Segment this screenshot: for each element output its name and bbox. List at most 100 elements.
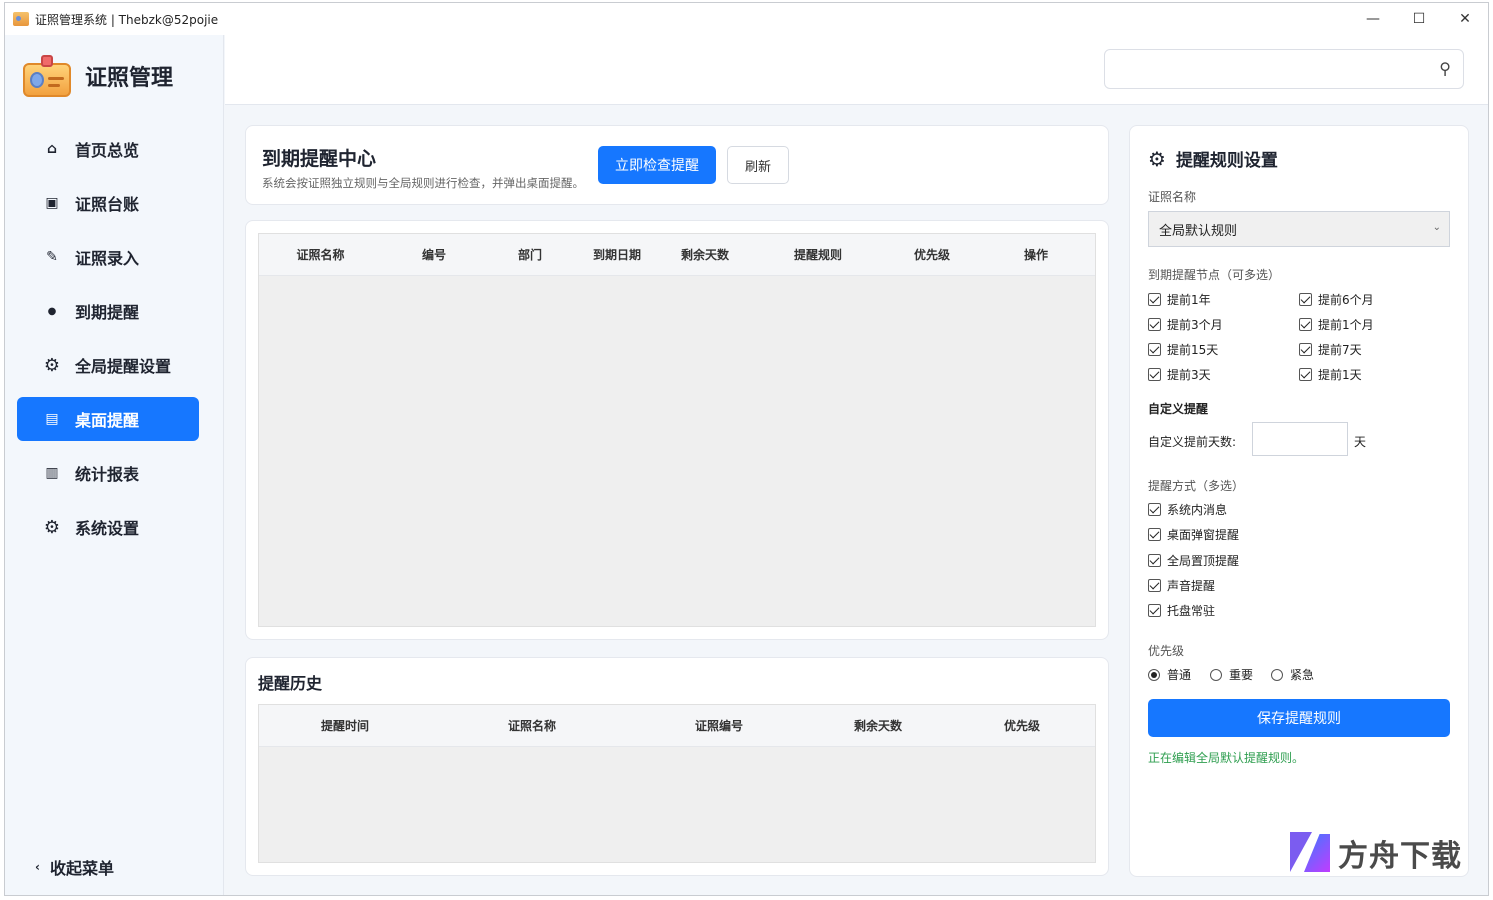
column-header[interactable]: 优先级 xyxy=(886,246,978,263)
checkbox-checked-icon xyxy=(1148,579,1161,592)
list-icon: ▤ xyxy=(45,411,59,427)
sidebar-item-system-settings[interactable]: ⚙ 系统设置 xyxy=(17,505,199,549)
collapse-menu-button[interactable]: ‹ 收起菜单 xyxy=(35,855,114,879)
column-header[interactable]: 优先级 xyxy=(951,717,1093,734)
gear-icon: ⚙ xyxy=(1148,146,1166,171)
column-header[interactable]: 剩余天数 xyxy=(660,246,750,263)
priority-radio-urgent[interactable]: 紧急 xyxy=(1271,666,1314,683)
sidebar-item-entry[interactable]: ✎ 证照录入 xyxy=(17,235,199,279)
reminder-table-panel: 证照名称 编号 部门 到期日期 剩余天数 提醒规则 优先级 操作 xyxy=(245,220,1109,640)
node-label: 提前15天 xyxy=(1167,343,1219,357)
priority-option-label: 重要 xyxy=(1229,668,1254,682)
node-label: 提前6个月 xyxy=(1318,293,1374,307)
app-icon xyxy=(13,12,29,26)
priority-radio-normal[interactable]: 普通 xyxy=(1148,666,1191,683)
sidebar-item-label: 系统设置 xyxy=(75,519,140,538)
checkbox-checked-icon xyxy=(1148,503,1161,516)
node-checkbox[interactable]: 提前6个月 xyxy=(1299,291,1374,308)
node-label: 提前1天 xyxy=(1318,368,1362,382)
node-checkbox[interactable]: 提前3天 xyxy=(1148,366,1211,383)
column-header[interactable]: 剩余天数 xyxy=(805,717,951,734)
column-header[interactable]: 操作 xyxy=(978,246,1094,263)
column-header[interactable]: 证照名称 xyxy=(259,246,382,263)
sidebar-nav: ⌂ 首页总览 ▣ 证照台账 ✎ 证照录入 ● 到期提醒 ⚙ 全局提醒设置 ▤ 桌… xyxy=(17,127,199,559)
history-table-header: 提醒时间 证照名称 证照编号 剩余天数 优先级 xyxy=(259,705,1095,747)
node-label: 提前3天 xyxy=(1167,368,1211,382)
node-checkbox[interactable]: 提前1年 xyxy=(1148,291,1211,308)
brand-name: 证照管理 xyxy=(85,66,174,91)
cert-name-select-value: 全局默认规则 xyxy=(1159,223,1238,239)
history-table: 提醒时间 证照名称 证照编号 剩余天数 优先级 xyxy=(258,704,1096,863)
node-checkbox[interactable]: 提前7天 xyxy=(1299,341,1362,358)
history-panel: 提醒历史 提醒时间 证照名称 证照编号 剩余天数 优先级 xyxy=(245,657,1109,876)
node-checkbox[interactable]: 提前1个月 xyxy=(1299,316,1374,333)
method-checkbox[interactable]: 桌面弹窗提醒 xyxy=(1148,526,1239,543)
priority-radio-important[interactable]: 重要 xyxy=(1210,666,1253,683)
column-header[interactable]: 编号 xyxy=(382,246,486,263)
gear-icon: ⚙ xyxy=(43,516,61,538)
status-message: 正在编辑全局默认提醒规则。 xyxy=(1148,751,1305,765)
sidebar-item-statistics[interactable]: ▥ 统计报表 xyxy=(17,451,199,495)
checkbox-checked-icon xyxy=(1148,604,1161,617)
method-checkbox[interactable]: 托盘常驻 xyxy=(1148,602,1215,619)
node-label: 提前1个月 xyxy=(1318,318,1374,332)
method-checkbox[interactable]: 系统内消息 xyxy=(1148,501,1227,518)
node-label: 提前7天 xyxy=(1318,343,1362,357)
page-description: 系统会按证照独立规则与全局规则进行检查，并弹出桌面提醒。 xyxy=(262,176,584,190)
title-bar: 证照管理系统 | Thebzk@52pojie — ☐ ✕ xyxy=(5,3,1488,35)
node-checkbox[interactable]: 提前1天 xyxy=(1299,366,1362,383)
sidebar-item-ledger[interactable]: ▣ 证照台账 xyxy=(17,181,199,225)
column-header[interactable]: 部门 xyxy=(486,246,574,263)
minimize-button[interactable]: — xyxy=(1350,3,1396,35)
sidebar-item-label: 统计报表 xyxy=(75,465,140,484)
reminder-table-header: 证照名称 编号 部门 到期日期 剩余天数 提醒规则 优先级 操作 xyxy=(259,234,1095,276)
column-header[interactable]: 提醒规则 xyxy=(750,246,886,263)
gear-icon: ⚙ xyxy=(43,354,61,376)
sidebar-item-label: 到期提醒 xyxy=(75,303,140,322)
node-checkbox[interactable]: 提前15天 xyxy=(1148,341,1218,358)
checkbox-checked-icon xyxy=(1148,293,1161,306)
sidebar-item-desktop-reminder[interactable]: ▤ 桌面提醒 xyxy=(17,397,199,441)
custom-days-label: 自定义提前天数: xyxy=(1148,435,1237,449)
checkbox-checked-icon xyxy=(1148,318,1161,331)
reminder-table: 证照名称 编号 部门 到期日期 剩余天数 提醒规则 优先级 操作 xyxy=(258,233,1096,627)
chevron-left-icon: ‹ xyxy=(35,860,40,874)
maximize-button[interactable]: ☐ xyxy=(1396,3,1442,35)
sidebar-item-expiry[interactable]: ● 到期提醒 xyxy=(17,289,199,333)
chart-icon: ▥ xyxy=(45,465,59,481)
brand: 证照管理 xyxy=(23,55,173,97)
method-checkbox[interactable]: 全局置顶提醒 xyxy=(1148,552,1239,569)
column-header[interactable]: 到期日期 xyxy=(574,246,660,263)
custom-days-unit: 天 xyxy=(1354,435,1367,449)
method-checkbox[interactable]: 声音提醒 xyxy=(1148,577,1215,594)
search-input[interactable] xyxy=(1115,50,1415,88)
window-title: 证照管理系统 | Thebzk@52pojie xyxy=(35,12,219,27)
radio-unselected-icon xyxy=(1210,668,1222,681)
history-title: 提醒历史 xyxy=(258,674,323,693)
sidebar-item-label: 证照录入 xyxy=(75,249,140,268)
search-icon[interactable]: ⚲ xyxy=(1439,59,1451,78)
close-button[interactable]: ✕ xyxy=(1442,3,1488,35)
methods-label: 提醒方式（多选） xyxy=(1148,479,1245,493)
refresh-button[interactable]: 刷新 xyxy=(727,146,789,184)
sidebar-item-home[interactable]: ⌂ 首页总览 xyxy=(17,127,199,171)
checkbox-checked-icon xyxy=(1148,528,1161,541)
reminder-center-panel: 到期提醒中心 系统会按证照独立规则与全局规则进行检查，并弹出桌面提醒。 立即检查… xyxy=(245,125,1109,205)
check-reminders-button[interactable]: 立即检查提醒 xyxy=(598,146,716,184)
checkbox-checked-icon xyxy=(1148,554,1161,567)
node-checkbox[interactable]: 提前3个月 xyxy=(1148,316,1223,333)
custom-days-input[interactable] xyxy=(1252,422,1348,456)
page-title: 到期提醒中心 xyxy=(262,148,377,170)
column-header[interactable]: 提醒时间 xyxy=(259,717,431,734)
window-controls: — ☐ ✕ xyxy=(1350,3,1488,35)
save-rule-button[interactable]: 保存提醒规则 xyxy=(1148,699,1450,737)
pen-icon: ✎ xyxy=(46,249,58,265)
column-header[interactable]: 证照名称 xyxy=(431,717,633,734)
custom-reminder-title: 自定义提醒 xyxy=(1148,402,1209,416)
sidebar-item-global-settings[interactable]: ⚙ 全局提醒设置 xyxy=(17,343,199,387)
column-header[interactable]: 证照编号 xyxy=(633,717,805,734)
cert-name-select[interactable]: 全局默认规则 ⌄ xyxy=(1148,211,1450,247)
sidebar-item-label: 桌面提醒 xyxy=(75,411,140,430)
checkbox-checked-icon xyxy=(1299,368,1312,381)
id-card-logo-icon xyxy=(23,55,71,97)
